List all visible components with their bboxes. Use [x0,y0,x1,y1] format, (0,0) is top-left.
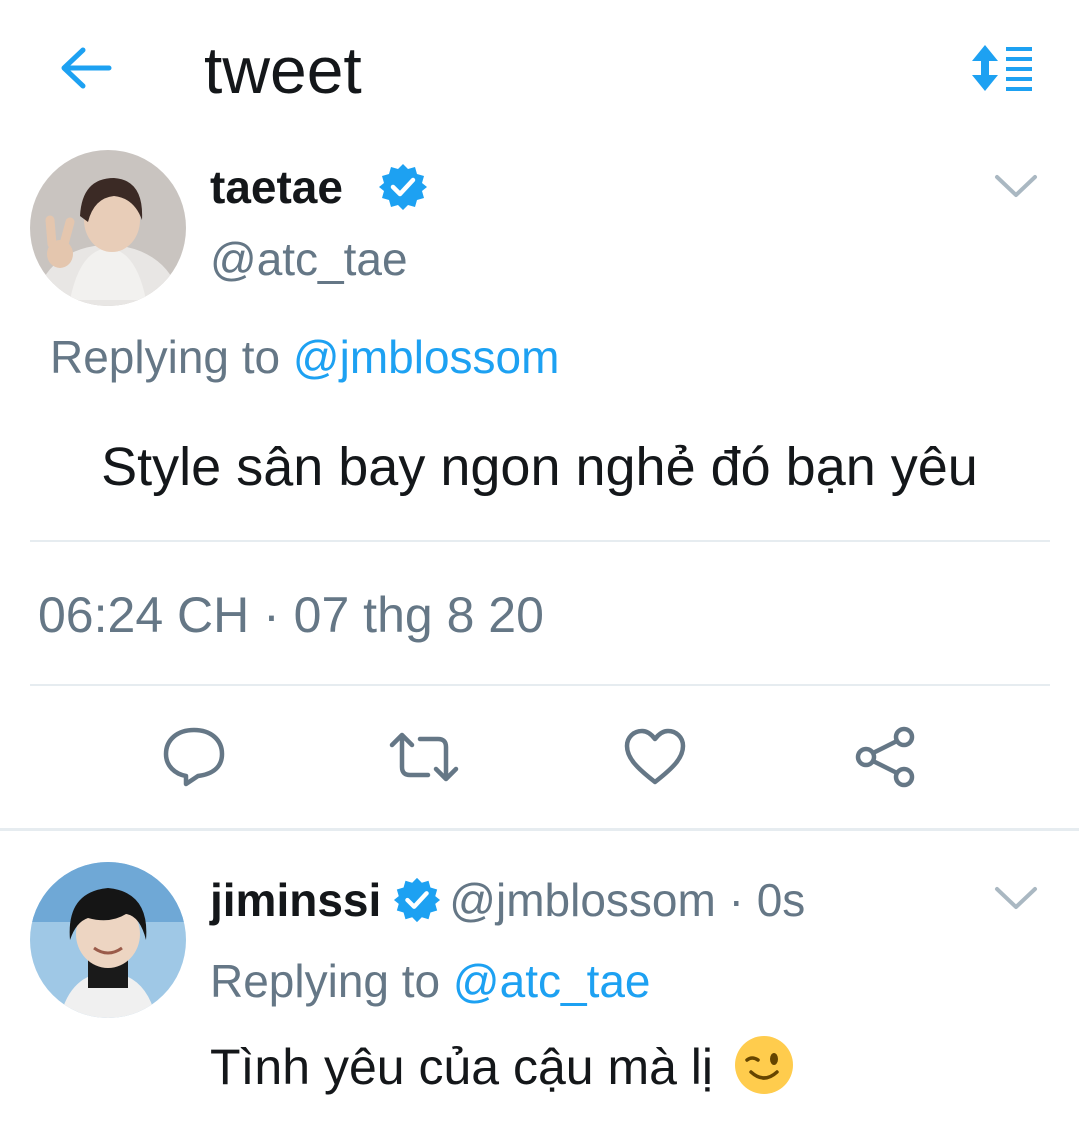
page-title: tweet [204,33,362,107]
replying-to: Replying to @atc_tae [210,954,651,1008]
verified-badge-icon [379,164,427,210]
handle-and-time: @jmblossom · 0s [449,874,806,926]
replying-to-link[interactable]: @jmblossom [293,331,560,383]
verified-badge-icon [394,877,441,923]
reply-button[interactable] [156,722,232,792]
reply-text-content: Tình yêu của cậu mà lị [210,1039,714,1095]
replying-prefix: Replying to [210,955,441,1007]
speech-bubble-icon [163,727,225,787]
display-name[interactable]: taetae [210,160,343,214]
arrow-left-icon [61,47,112,89]
share-button[interactable] [848,722,924,792]
replying-to-link[interactable]: @atc_tae [453,955,651,1007]
replying-to: Replying to @jmblossom [50,330,559,384]
retweet-button[interactable] [386,722,462,792]
divider [30,684,1050,686]
top-bar: tweet [0,0,1079,140]
avatar[interactable] [30,150,186,306]
back-button[interactable] [52,38,118,98]
display-name[interactable]: jiminssi [210,874,381,926]
winking-face-emoji [734,1036,793,1094]
tweet-menu-button[interactable] [990,166,1042,206]
tweet-timestamp[interactable]: 06:24 CH · 07 thg 8 20 [38,584,544,646]
handle: @atc_tae [210,233,408,285]
like-button[interactable] [617,722,693,792]
chevron-down-icon [995,887,1037,909]
replying-prefix: Replying to [50,331,281,383]
avatar[interactable] [30,862,186,1018]
section-divider [0,828,1079,831]
tweet-text: Style sân bay ngon nghẻ đó bạn yêu [101,437,978,497]
sort-list-icon [972,45,1032,91]
sort-button[interactable] [966,38,1038,98]
heart-icon [624,728,686,785]
share-icon [855,726,915,788]
retweet-icon [389,732,459,782]
chevron-down-icon [995,175,1037,197]
reply-tweet-text: Tình yêu của cậu mà lị [210,1034,795,1097]
tweet-menu-button[interactable] [990,878,1042,918]
reply-header: jiminssi @jmblossom · 0s [210,872,805,928]
divider [30,540,1050,542]
